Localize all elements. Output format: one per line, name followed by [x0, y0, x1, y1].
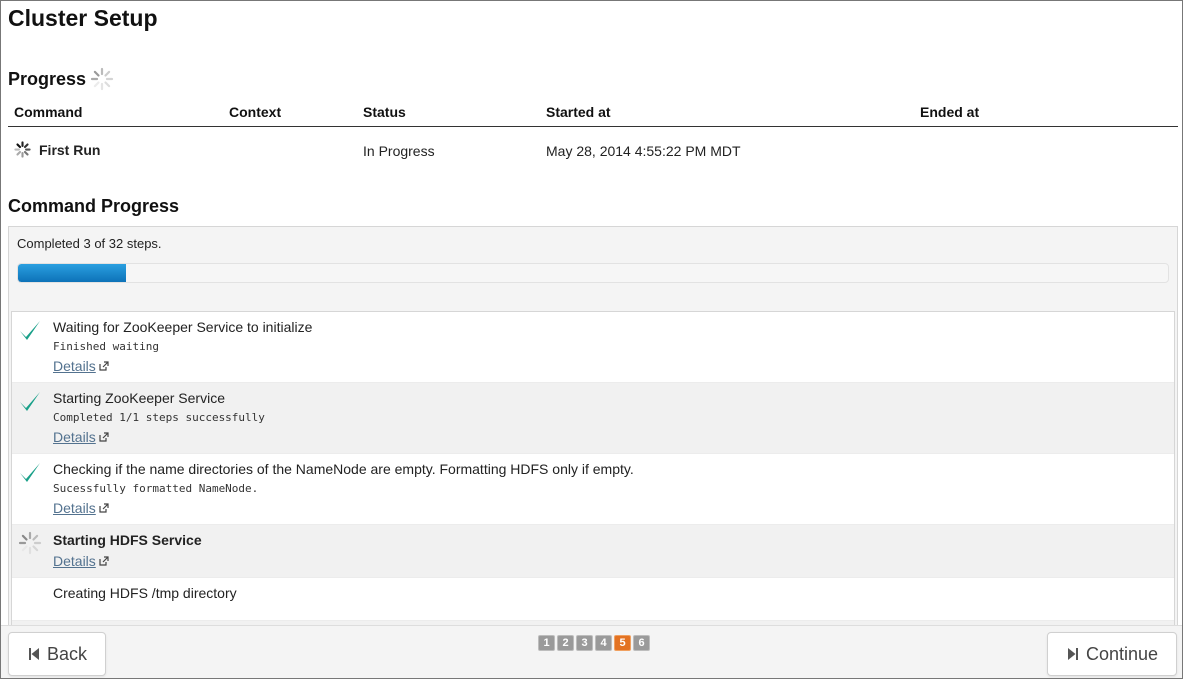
page-step-4[interactable]: 4 [595, 635, 612, 651]
step-title: Checking if the name directories of the … [53, 461, 634, 477]
page-step-2[interactable]: 2 [557, 635, 574, 651]
command-cell: First Run [14, 141, 100, 158]
status-cell: In Progress [363, 143, 435, 159]
step-status-check-icon [18, 389, 42, 418]
list-item[interactable]: Starting HDFS Service Details [12, 525, 1174, 578]
list-item[interactable]: Creating HDFS /tmp directory [12, 578, 1174, 621]
wizard-pager: 123456 [538, 635, 650, 651]
details-link[interactable]: Details [53, 429, 109, 445]
loading-spinner-icon [90, 67, 114, 91]
command-progress-title: Command Progress [8, 196, 180, 216]
command-table: Command Context Status Started at Ended … [8, 102, 1178, 173]
progress-bar [17, 263, 1169, 283]
command-table-header: Command Context Status Started at Ended … [8, 102, 1178, 127]
command-progress-panel: Completed 3 of 32 steps. Waiting for Zoo… [8, 226, 1178, 627]
step-title: Starting ZooKeeper Service [53, 390, 225, 406]
column-started-at[interactable]: Started at [546, 104, 611, 120]
wizard-footer: Back 123456 Continue [1, 625, 1182, 678]
column-ended-at[interactable]: Ended at [920, 104, 979, 120]
list-item[interactable]: Checking if the name directories of the … [12, 454, 1174, 525]
progress-heading: Progress [8, 67, 114, 91]
column-command[interactable]: Command [14, 104, 82, 120]
started-at-cell: May 28, 2014 4:55:22 PM MDT [546, 143, 741, 159]
command-name[interactable]: First Run [39, 142, 100, 158]
check-icon [20, 321, 40, 340]
details-label: Details [53, 358, 96, 374]
page-title: Cluster Setup [8, 5, 158, 31]
step-title: Waiting for ZooKeeper Service to initial… [53, 319, 313, 335]
details-link[interactable]: Details [53, 553, 109, 569]
page-step-5[interactable]: 5 [614, 635, 631, 651]
external-link-icon [99, 503, 109, 513]
step-title: Creating HDFS /tmp directory [53, 585, 237, 601]
details-label: Details [53, 429, 96, 445]
step-subtitle: Sucessfully formatted NameNode. [53, 482, 259, 495]
details-link[interactable]: Details [53, 358, 109, 374]
list-item[interactable]: Starting ZooKeeper Service Completed 1/1 … [12, 383, 1174, 454]
spinner-icon [18, 531, 42, 555]
spinner-icon [14, 141, 31, 158]
details-label: Details [53, 500, 96, 516]
page-step-3[interactable]: 3 [576, 635, 593, 651]
external-link-icon [99, 432, 109, 442]
step-status-spinner-icon [18, 531, 42, 560]
skip-back-icon [29, 648, 39, 660]
progress-bar-fill [18, 264, 126, 282]
list-item[interactable]: Waiting for ZooKeeper Service to initial… [12, 312, 1174, 383]
external-link-icon [99, 361, 109, 371]
external-link-icon [99, 556, 109, 566]
check-icon [20, 392, 40, 411]
step-title: Starting HDFS Service [53, 532, 202, 548]
step-status-check-icon [18, 318, 42, 347]
step-status-check-icon [18, 460, 42, 489]
step-subtitle: Completed 1/1 steps successfully [53, 411, 265, 424]
page-step-1[interactable]: 1 [538, 635, 555, 651]
step-list[interactable]: Waiting for ZooKeeper Service to initial… [11, 311, 1175, 627]
column-context[interactable]: Context [229, 104, 281, 120]
skip-forward-icon [1068, 648, 1078, 660]
check-icon [20, 463, 40, 482]
progress-title: Progress [8, 68, 87, 89]
cluster-setup-window: Cluster Setup Progress Command Context S… [0, 0, 1183, 679]
step-subtitle: Finished waiting [53, 340, 159, 353]
back-button[interactable]: Back [8, 632, 106, 676]
continue-button[interactable]: Continue [1047, 632, 1177, 676]
column-status[interactable]: Status [363, 104, 406, 120]
steps-summary: Completed 3 of 32 steps. [17, 236, 162, 251]
page-step-6[interactable]: 6 [633, 635, 650, 651]
details-label: Details [53, 553, 96, 569]
continue-label: Continue [1086, 643, 1159, 664]
back-label: Back [47, 643, 88, 664]
details-link[interactable]: Details [53, 500, 109, 516]
table-row[interactable]: First Run In Progress May 28, 2014 4:55:… [8, 127, 1178, 173]
